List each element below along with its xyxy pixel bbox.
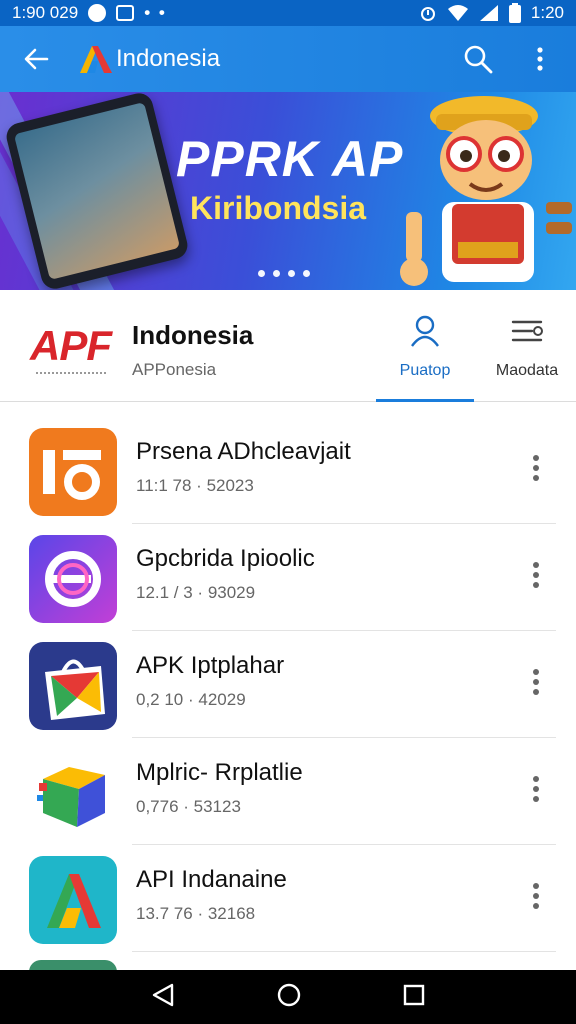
overflow-menu-icon[interactable] — [518, 37, 562, 81]
tab-popular[interactable]: Puatop — [376, 314, 474, 402]
brand-name: Indonesia — [132, 320, 254, 350]
page-dot[interactable] — [273, 270, 280, 277]
page-indicator — [258, 270, 310, 277]
store-header: APF Indonesia APPonesia Puatop Maodata — [0, 290, 576, 402]
tab-label: Maodata — [495, 362, 559, 379]
app-title: Gpcbrida Ipioolic — [136, 545, 315, 572]
status-time-right: 1:20 — [530, 3, 564, 22]
app-title: API Indanaine — [136, 866, 287, 893]
nav-home-icon[interactable] — [276, 982, 302, 1013]
cube-icon — [29, 749, 117, 837]
shopping-bag-icon — [29, 642, 117, 730]
search-icon[interactable] — [456, 37, 500, 81]
page-dot[interactable] — [288, 270, 295, 277]
purple-swirl-icon — [29, 535, 117, 623]
mascot-illustration — [400, 96, 572, 286]
wifi-icon — [447, 5, 468, 21]
more-notifications-icon: • • — [144, 3, 167, 22]
person-icon — [411, 315, 439, 347]
alarm-icon — [420, 7, 435, 21]
more-vert-icon[interactable] — [520, 769, 552, 809]
list-item[interactable]: APK Iptplahar 0,2 10 · 42029 — [0, 616, 576, 738]
notification-icon — [88, 4, 107, 22]
nav-back-icon[interactable] — [150, 982, 176, 1013]
system-nav-bar — [0, 970, 576, 1024]
app-title: APK Iptplahar — [136, 652, 285, 679]
battery-icon — [508, 3, 521, 23]
message-icon — [116, 5, 135, 21]
divider — [132, 951, 556, 952]
brand-subtitle: APPonesia — [132, 360, 217, 379]
more-vert-icon[interactable] — [520, 662, 552, 702]
signal-icon — [479, 5, 498, 21]
nav-recents-icon[interactable] — [402, 983, 426, 1012]
list-item[interactable]: Mplric- Rrplatlie 0,776 · 53123 — [0, 723, 576, 845]
menu-settings-icon — [511, 320, 543, 342]
banner-subtitle: Kiribondsia — [190, 190, 367, 226]
promo-banner[interactable]: PPRK AP Kiribondsia — [0, 92, 576, 290]
app-meta: 0,776 · 53123 — [136, 797, 241, 816]
page-dot[interactable] — [258, 270, 265, 277]
app-logo-icon — [80, 46, 112, 73]
brand-logo: APF — [30, 322, 112, 369]
app-title: Indonesia — [116, 45, 221, 72]
more-vert-icon[interactable] — [520, 876, 552, 916]
app-title: Mplric- Rrplatlie — [136, 759, 303, 786]
tab-more[interactable]: Maodata — [478, 314, 576, 402]
a-letter-icon — [29, 856, 117, 944]
status-time-left: 1:90 029 — [12, 3, 79, 22]
more-vert-icon[interactable] — [520, 448, 552, 488]
app-bar: Indonesia — [0, 26, 576, 92]
brand-logo-decoration — [36, 372, 106, 378]
app-meta: 13.7 76 · 32168 — [136, 904, 256, 923]
app-meta: 11:1 78 · 52023 — [136, 476, 254, 495]
list-item[interactable]: API Indanaine 13.7 76 · 32168 — [0, 830, 576, 952]
banner-title: PPRK AP — [176, 131, 404, 187]
status-bar: 1:90 029 • • 1:20 — [0, 0, 576, 26]
app-title: Prsena ADhcleavjait — [136, 438, 351, 465]
app-meta: 0,2 10 · 42029 — [136, 690, 246, 709]
list-item[interactable]: Gpcbrida Ipioolic 12.1 / 3 · 93029 — [0, 509, 576, 631]
back-icon[interactable] — [14, 37, 58, 81]
app-meta: 12.1 / 3 · 93029 — [136, 583, 256, 602]
more-vert-icon[interactable] — [520, 555, 552, 595]
list-item[interactable]: Prsena ADhcleavjait 11:1 78 · 52023 — [0, 402, 576, 524]
tab-label: Puatop — [399, 362, 451, 379]
orange-tile-icon — [29, 428, 117, 516]
page-dot[interactable] — [303, 270, 310, 277]
